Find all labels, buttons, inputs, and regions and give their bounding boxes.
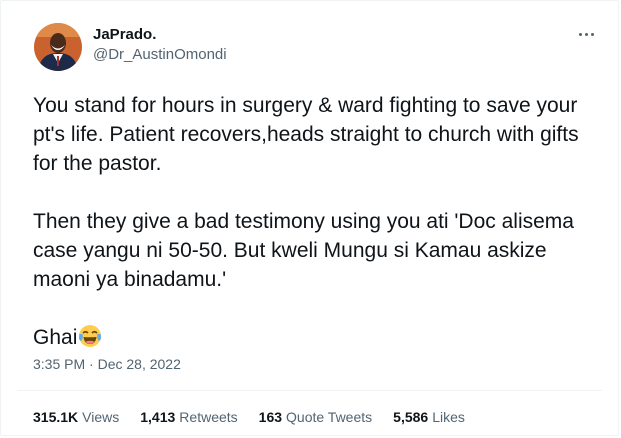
more-dot-icon [590, 32, 594, 36]
tweet-paragraph: Then they give a bad testimony using you… [33, 210, 574, 291]
tweet-timestamp[interactable]: 3:35 PM · Dec 28, 2022 [33, 356, 181, 372]
likes-stat[interactable]: 5,586 Likes [393, 409, 465, 425]
more-dot-icon [578, 32, 582, 36]
tweet-text: You stand for hours in surgery & ward fi… [33, 91, 603, 356]
retweets-label: Retweets [179, 409, 238, 425]
more-dot-icon [584, 32, 588, 36]
tweet-card: JaPrado. @Dr_AustinOmondi You stand for … [0, 0, 619, 436]
quote-tweets-count: 163 [258, 409, 283, 425]
views-count: 315.1K [33, 409, 79, 425]
divider [17, 390, 602, 391]
profile-photo-icon [34, 23, 82, 71]
views-label: Views [82, 409, 120, 425]
views-stat[interactable]: 315.1K Views [33, 409, 119, 425]
tweet-stats: 315.1K Views 1,413 Retweets 163 Quote Tweet… [33, 409, 465, 425]
more-options-button[interactable] [572, 23, 600, 45]
likes-label: Likes [432, 409, 465, 425]
tweet-paragraph-text: Ghai [33, 326, 78, 349]
author-display-name[interactable]: JaPrado. [93, 26, 156, 43]
author-handle[interactable]: @Dr_AustinOmondi [93, 46, 227, 63]
tweet-paragraph-last: Ghai [33, 323, 603, 356]
quote-tweets-stat[interactable]: 163 Quote Tweets [259, 409, 373, 425]
quote-tweets-label: Quote Tweets [286, 409, 373, 425]
tweet-paragraph: You stand for hours in surgery & ward fi… [33, 94, 579, 175]
author-avatar[interactable] [34, 23, 82, 71]
likes-count: 5,586 [393, 409, 429, 425]
face-with-tears-of-joy-icon [78, 324, 102, 356]
retweets-count: 1,413 [140, 409, 176, 425]
retweets-stat[interactable]: 1,413 Retweets [140, 409, 237, 425]
